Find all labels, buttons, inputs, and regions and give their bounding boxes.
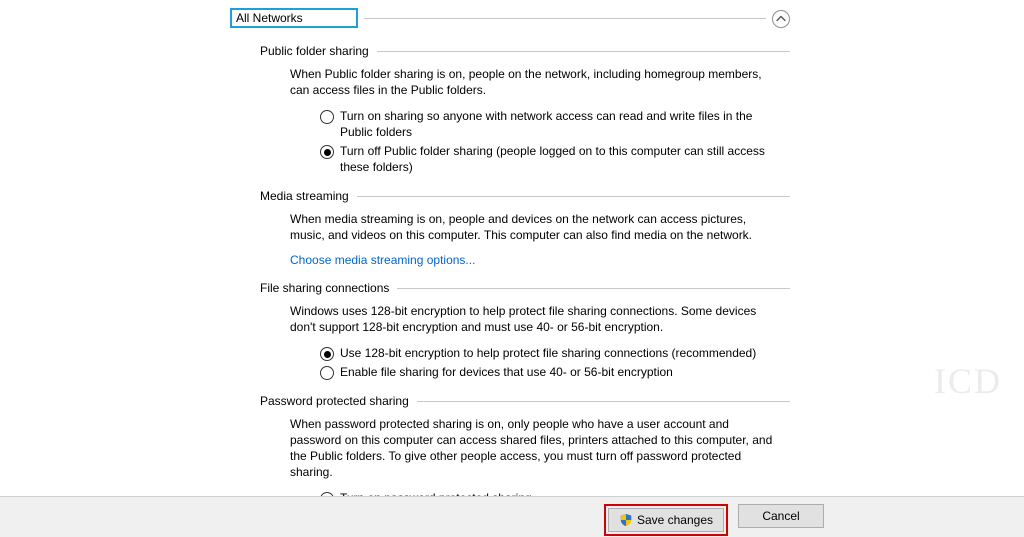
section-title: Media streaming bbox=[260, 189, 349, 203]
section-description: When media streaming is on, people and d… bbox=[290, 211, 780, 243]
radio-encryption-4056[interactable]: Enable file sharing for devices that use… bbox=[320, 364, 780, 380]
watermark: ICD bbox=[934, 360, 1002, 402]
radio-label: Turn off Public folder sharing (people l… bbox=[340, 143, 780, 175]
radio-label: Turn on sharing so anyone with network a… bbox=[340, 108, 780, 140]
header-title: All Networks bbox=[230, 8, 358, 28]
button-label: Save changes bbox=[637, 513, 713, 527]
section-title: Public folder sharing bbox=[260, 44, 369, 58]
save-changes-button[interactable]: Save changes bbox=[608, 508, 724, 532]
radio-public-folder-off[interactable]: Turn off Public folder sharing (people l… bbox=[320, 143, 780, 175]
radio-label: Enable file sharing for devices that use… bbox=[340, 364, 673, 380]
section-description: When password protected sharing is on, o… bbox=[290, 416, 780, 480]
section-header-all-networks[interactable]: All Networks bbox=[230, 8, 790, 30]
section-description: When Public folder sharing is on, people… bbox=[290, 66, 780, 98]
divider bbox=[397, 288, 790, 289]
uac-shield-icon bbox=[619, 513, 633, 527]
radio-public-folder-on[interactable]: Turn on sharing so anyone with network a… bbox=[320, 108, 780, 140]
section-media-streaming: Media streaming When media streaming is … bbox=[230, 189, 790, 267]
divider bbox=[364, 18, 766, 19]
button-label: Cancel bbox=[762, 509, 799, 523]
radio-icon bbox=[320, 110, 334, 124]
section-file-sharing-connections: File sharing connections Windows uses 12… bbox=[230, 281, 790, 380]
annotation-highlight: Save changes bbox=[604, 504, 728, 536]
radio-icon bbox=[320, 145, 334, 159]
section-public-folder-sharing: Public folder sharing When Public folder… bbox=[230, 44, 790, 175]
divider bbox=[377, 51, 790, 52]
section-description: Windows uses 128-bit encryption to help … bbox=[290, 303, 780, 335]
section-title: File sharing connections bbox=[260, 281, 389, 295]
button-bar: Save changes Cancel bbox=[0, 496, 1024, 537]
divider bbox=[417, 401, 790, 402]
radio-icon bbox=[320, 366, 334, 380]
radio-label: Use 128-bit encryption to help protect f… bbox=[340, 345, 756, 361]
radio-icon bbox=[320, 347, 334, 361]
link-media-streaming-options[interactable]: Choose media streaming options... bbox=[290, 253, 780, 267]
chevron-up-icon[interactable] bbox=[772, 10, 790, 28]
radio-encryption-128[interactable]: Use 128-bit encryption to help protect f… bbox=[320, 345, 780, 361]
divider bbox=[357, 196, 790, 197]
section-title: Password protected sharing bbox=[260, 394, 409, 408]
settings-panel: All Networks Public folder sharing When … bbox=[230, 8, 790, 531]
cancel-button[interactable]: Cancel bbox=[738, 504, 824, 528]
